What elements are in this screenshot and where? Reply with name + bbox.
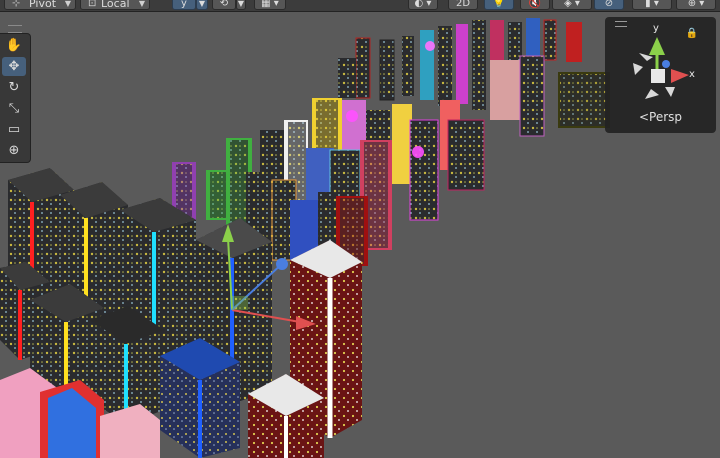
grid-icon: ▦ ▾ [261, 0, 279, 9]
lighting-toggle[interactable]: 💡 [484, 0, 514, 10]
shading-icon: ◐ ▾ [414, 0, 432, 9]
projection-label: Persp [649, 110, 683, 124]
rect-tool-button[interactable]: ▭ [2, 120, 26, 139]
incremental-snap-dropdown[interactable]: ▼ [236, 0, 246, 10]
light-bulb-icon: 💡 [492, 0, 506, 9]
scale-tool-button[interactable]: ⤡ [2, 99, 26, 118]
eye-hidden-icon: ⊘ [604, 0, 614, 9]
snap-icon: ⟲ [219, 0, 229, 9]
axis-x-label: x [689, 69, 695, 80]
scale-icon: ⤡ [8, 101, 20, 116]
scene-toolbar: ⊹ Pivot ▼ ⊡ Local ▼ y ▼ ⟲ ▼ ▦ ▾ ◐ ▾ 2D 💡… [0, 0, 720, 12]
axis-y-label: y [653, 23, 659, 34]
audio-toggle[interactable]: 🔇 [520, 0, 550, 10]
grid-visibility-button[interactable]: ▦ ▾ [254, 0, 286, 10]
hand-icon: ✋ [5, 38, 23, 53]
axis-x-cone[interactable] [671, 69, 689, 83]
axis-y-cone[interactable] [649, 37, 665, 55]
scene-visibility-toggle[interactable]: ⊘ [594, 0, 624, 10]
effects-dropdown[interactable]: ◈ ▾ [552, 0, 592, 10]
perspective-icon: < [638, 110, 650, 124]
projection-toggle[interactable]: <Persp [605, 110, 716, 124]
axis-center-cube[interactable] [651, 69, 665, 83]
palette-grip[interactable] [8, 25, 22, 33]
toggle-2d-button[interactable]: 2D [448, 0, 478, 10]
rotate-tool-button[interactable]: ↻ [2, 78, 26, 97]
incremental-snap-toggle[interactable]: ⟲ [212, 0, 236, 10]
axis-z-handle[interactable] [662, 60, 670, 68]
grid-snap-toggle[interactable]: y [172, 0, 196, 10]
rect-transform-icon: ▭ [7, 122, 21, 137]
draw-mode-dropdown[interactable]: ◐ ▾ [408, 0, 438, 10]
local-space-icon: ⊡ [88, 0, 97, 9]
tool-palette: ✋ ✥ ↻ ⤡ ▭ ⊕ [0, 25, 31, 163]
chevron-down-icon: ▼ [237, 0, 245, 8]
transform-icon: ⊕ [8, 143, 20, 158]
pivot-label: Pivot [29, 0, 57, 10]
space-dropdown[interactable]: ⊡ Local ▼ [80, 0, 150, 10]
pivot-icon: ⊹ [12, 0, 21, 9]
gizmos-globe-icon: ⊕ ▾ [687, 0, 705, 9]
hand-tool-button[interactable]: ✋ [2, 36, 26, 55]
pivot-dropdown[interactable]: ⊹ Pivot ▼ [4, 0, 76, 10]
move-tool-button[interactable]: ✥ [2, 57, 26, 76]
space-label: Local [101, 0, 130, 10]
grid-snap-dropdown[interactable]: ▼ [196, 0, 208, 10]
chevron-down-icon: ▼ [198, 0, 206, 8]
rotate-icon: ↻ [8, 80, 20, 95]
camera-settings-dropdown[interactable]: ▮ ▾ [632, 0, 672, 10]
gizmos-dropdown[interactable]: ⊕ ▾ [676, 0, 716, 10]
move-icon: ✥ [8, 59, 20, 74]
scene-view[interactable]: ⊹ Pivot ▼ ⊡ Local ▼ y ▼ ⟲ ▼ ▦ ▾ ◐ ▾ 2D 💡… [0, 0, 720, 458]
gizmo-grip[interactable] [615, 21, 627, 27]
grid-snap-label: y [181, 0, 187, 9]
orientation-gizmo-panel: 🔒 y x <Persp [605, 17, 716, 133]
transform-tool-button[interactable]: ⊕ [2, 141, 26, 160]
chevron-down-icon: ▼ [138, 0, 145, 8]
toggle-2d-label: 2D [455, 0, 471, 9]
audio-mute-icon: 🔇 [528, 0, 542, 9]
effects-layers-icon: ◈ ▾ [564, 0, 580, 9]
chevron-down-icon: ▼ [64, 0, 71, 8]
camera-icon: ▮ ▾ [645, 0, 659, 9]
